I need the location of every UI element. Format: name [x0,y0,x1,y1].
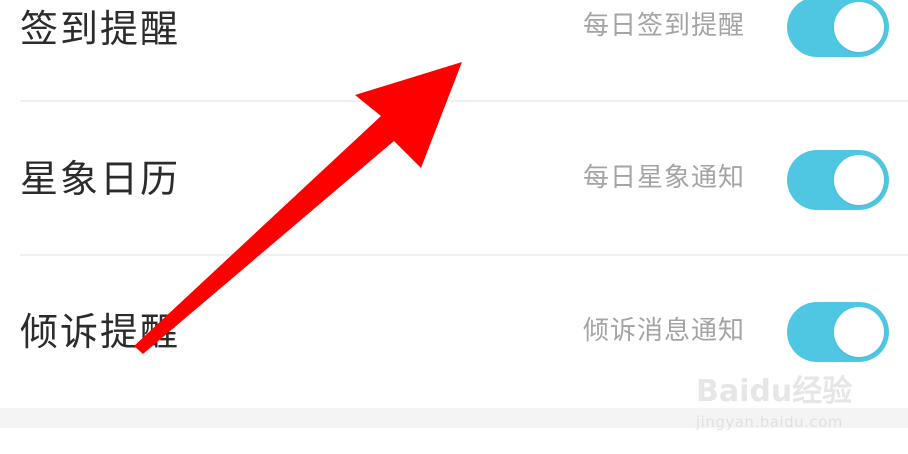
confide-reminder-toggle[interactable] [787,302,889,362]
setting-description-checkin-reminder: 每日签到提醒 [582,11,745,41]
setting-title-checkin-reminder: 签到提醒 [20,7,181,51]
notification-settings-list: 签到提醒 每日签到提醒 星象日历 每日星象通知 倾诉提醒 倾诉消息通知 [0,0,908,408]
toggle-knob [834,307,884,357]
baidu-jingyan-watermark: Baidu经验 jingyan.baidu.com [696,358,866,438]
setting-title-astro-calendar: 星象日历 [20,157,181,201]
toggle-knob [834,155,884,205]
watermark-brand: Baidu经验 [696,374,853,409]
setting-title-confide-reminder: 倾诉提醒 [20,310,181,354]
setting-description-astro-calendar: 每日星象通知 [582,163,745,193]
watermark-url: jingyan.baidu.com [696,413,843,431]
setting-description-confide-reminder: 倾诉消息通知 [582,316,745,346]
toggle-knob [834,2,884,52]
astro-calendar-toggle[interactable] [787,150,889,210]
checkin-reminder-toggle[interactable] [787,0,889,57]
